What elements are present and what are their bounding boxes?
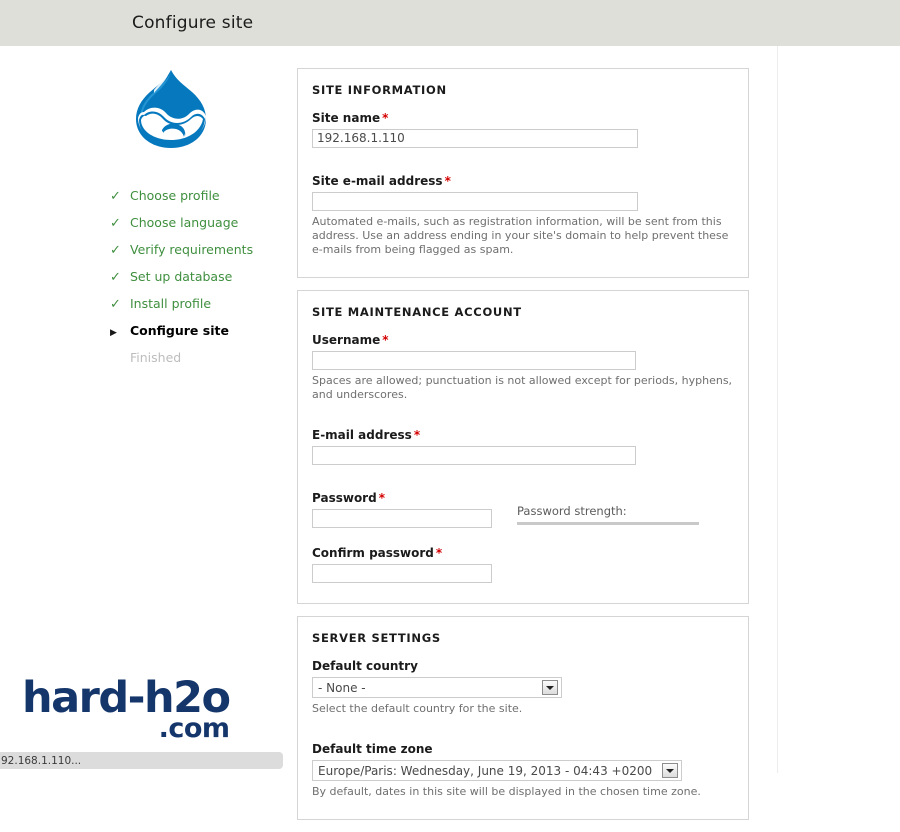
status-bar-text: 92.168.1.110... <box>1 754 82 767</box>
check-icon: ✓ <box>110 216 121 231</box>
site-email-input[interactable] <box>312 192 638 211</box>
drupal-logo <box>110 68 275 150</box>
username-label: Username * <box>312 333 734 347</box>
password-input[interactable] <box>312 509 492 528</box>
site-name-label: Site name * <box>312 111 734 125</box>
required-marker: * <box>382 333 389 347</box>
watermark-main-text: hard-h2o <box>22 672 231 723</box>
page-divider <box>777 46 778 773</box>
password-strength-indicator: Password strength: <box>512 491 734 525</box>
task-label: Install profile <box>130 296 212 311</box>
account-email-input[interactable] <box>312 446 636 465</box>
task-label: Choose language <box>130 215 239 230</box>
required-marker: * <box>435 546 443 560</box>
site-email-label-text: Site e-mail address <box>312 174 443 188</box>
account-email-label-text: E-mail address <box>312 428 412 442</box>
password-field: Password * <box>312 491 512 528</box>
chevron-down-icon[interactable] <box>542 680 558 695</box>
task-item-finished: Finished <box>110 350 275 377</box>
task-label: Finished <box>130 350 182 365</box>
default-timezone-field: Default time zone Europe/Paris: Wednesda… <box>312 742 734 799</box>
required-marker: * <box>444 174 451 188</box>
browser-status-bar: 92.168.1.110... <box>0 752 283 769</box>
site-email-field: Site e-mail address * Automated e-mails, … <box>312 174 734 257</box>
page-header: Configure site <box>0 0 900 46</box>
task-label: Configure site <box>130 323 229 338</box>
task-item-verify-requirements: ✓ Verify requirements <box>110 242 275 269</box>
username-label-text: Username <box>312 333 381 347</box>
username-input[interactable] <box>312 351 636 370</box>
default-timezone-value: Europe/Paris: Wednesday, June 19, 2013 -… <box>318 763 653 778</box>
arrow-glyph <box>666 768 674 773</box>
default-timezone-label: Default time zone <box>312 742 433 756</box>
required-marker: * <box>413 428 421 442</box>
check-icon: ✓ <box>110 189 121 204</box>
default-timezone-description: By default, dates in this site will be d… <box>312 785 701 798</box>
site-information-legend: SITE INFORMATION <box>312 83 447 97</box>
username-field: Username * Spaces are allowed; punctuatio… <box>312 333 734 402</box>
check-icon: ✓ <box>110 297 121 312</box>
username-description: Spaces are allowed; punctuation is not a… <box>312 374 733 401</box>
password-fields: Password * Confirm password * <box>312 491 512 587</box>
task-label: Verify requirements <box>130 242 254 257</box>
task-label: Choose profile <box>130 188 220 203</box>
site-name-label-text: Site name <box>312 111 381 125</box>
password-label: Password * <box>312 491 512 505</box>
confirm-password-input[interactable] <box>312 564 492 583</box>
task-item-choose-profile: ✓ Choose profile <box>110 188 275 215</box>
required-marker: * <box>378 491 385 505</box>
task-item-configure-site: ▶ Configure site <box>110 323 275 350</box>
site-email-description: Automated e-mails, such as registration … <box>312 215 729 256</box>
confirm-password-label-text: Confirm password <box>312 546 434 560</box>
task-item-install-profile: ✓ Install profile <box>110 296 275 323</box>
task-label: Set up database <box>130 269 233 284</box>
server-settings-panel: SERVER SETTINGS Default country - None -… <box>297 616 749 820</box>
server-settings-legend: SERVER SETTINGS <box>312 631 441 645</box>
arrow-glyph <box>546 685 554 690</box>
check-icon: ✓ <box>110 270 121 285</box>
maintenance-account-panel: SITE MAINTENANCE ACCOUNT Username * Space… <box>297 290 749 604</box>
account-email-field: E-mail address * <box>312 428 734 465</box>
account-email-label: E-mail address * <box>312 428 734 442</box>
default-country-description: Select the default country for the site. <box>312 702 523 715</box>
configure-site-form: SITE INFORMATION Site name* Site e-mail … <box>297 68 749 832</box>
chevron-down-icon[interactable] <box>662 763 678 778</box>
check-icon: ✓ <box>110 243 121 258</box>
drupal-droplet-icon <box>136 70 206 148</box>
default-country-label: Default country <box>312 659 418 673</box>
site-email-label: Site e-mail address * <box>312 174 734 188</box>
password-row: Password * Confirm password * Password str… <box>312 491 734 587</box>
site-information-panel: SITE INFORMATION Site name* Site e-mail … <box>297 68 749 278</box>
confirm-password-label: Confirm password * <box>312 546 512 560</box>
site-name-input[interactable] <box>312 129 638 148</box>
default-country-value: - None - <box>318 680 366 695</box>
confirm-password-field: Confirm password * <box>312 546 512 583</box>
default-country-field: Default country - None - Select the defa… <box>312 659 734 716</box>
default-timezone-select[interactable]: Europe/Paris: Wednesday, June 19, 2013 -… <box>312 760 682 781</box>
password-strength-bar <box>517 522 699 525</box>
password-label-text: Password <box>312 491 377 505</box>
task-item-choose-language: ✓ Choose language <box>110 215 275 242</box>
page-title: Configure site <box>132 13 254 33</box>
default-country-select[interactable]: - None - <box>312 677 562 698</box>
password-strength-label: Password strength: <box>517 504 627 518</box>
hard-h2o-watermark: hard-h2o .com <box>22 672 231 742</box>
task-item-set-up-database: ✓ Set up database <box>110 269 275 296</box>
installation-task-list: ✓ Choose profile ✓ Choose language ✓ Ver… <box>110 188 275 377</box>
required-marker: * <box>382 111 389 125</box>
install-sidebar: ✓ Choose profile ✓ Choose language ✓ Ver… <box>110 68 275 377</box>
triangle-right-icon: ▶ <box>110 328 117 338</box>
maintenance-account-legend: SITE MAINTENANCE ACCOUNT <box>312 305 522 319</box>
site-name-field: Site name * <box>312 111 734 148</box>
